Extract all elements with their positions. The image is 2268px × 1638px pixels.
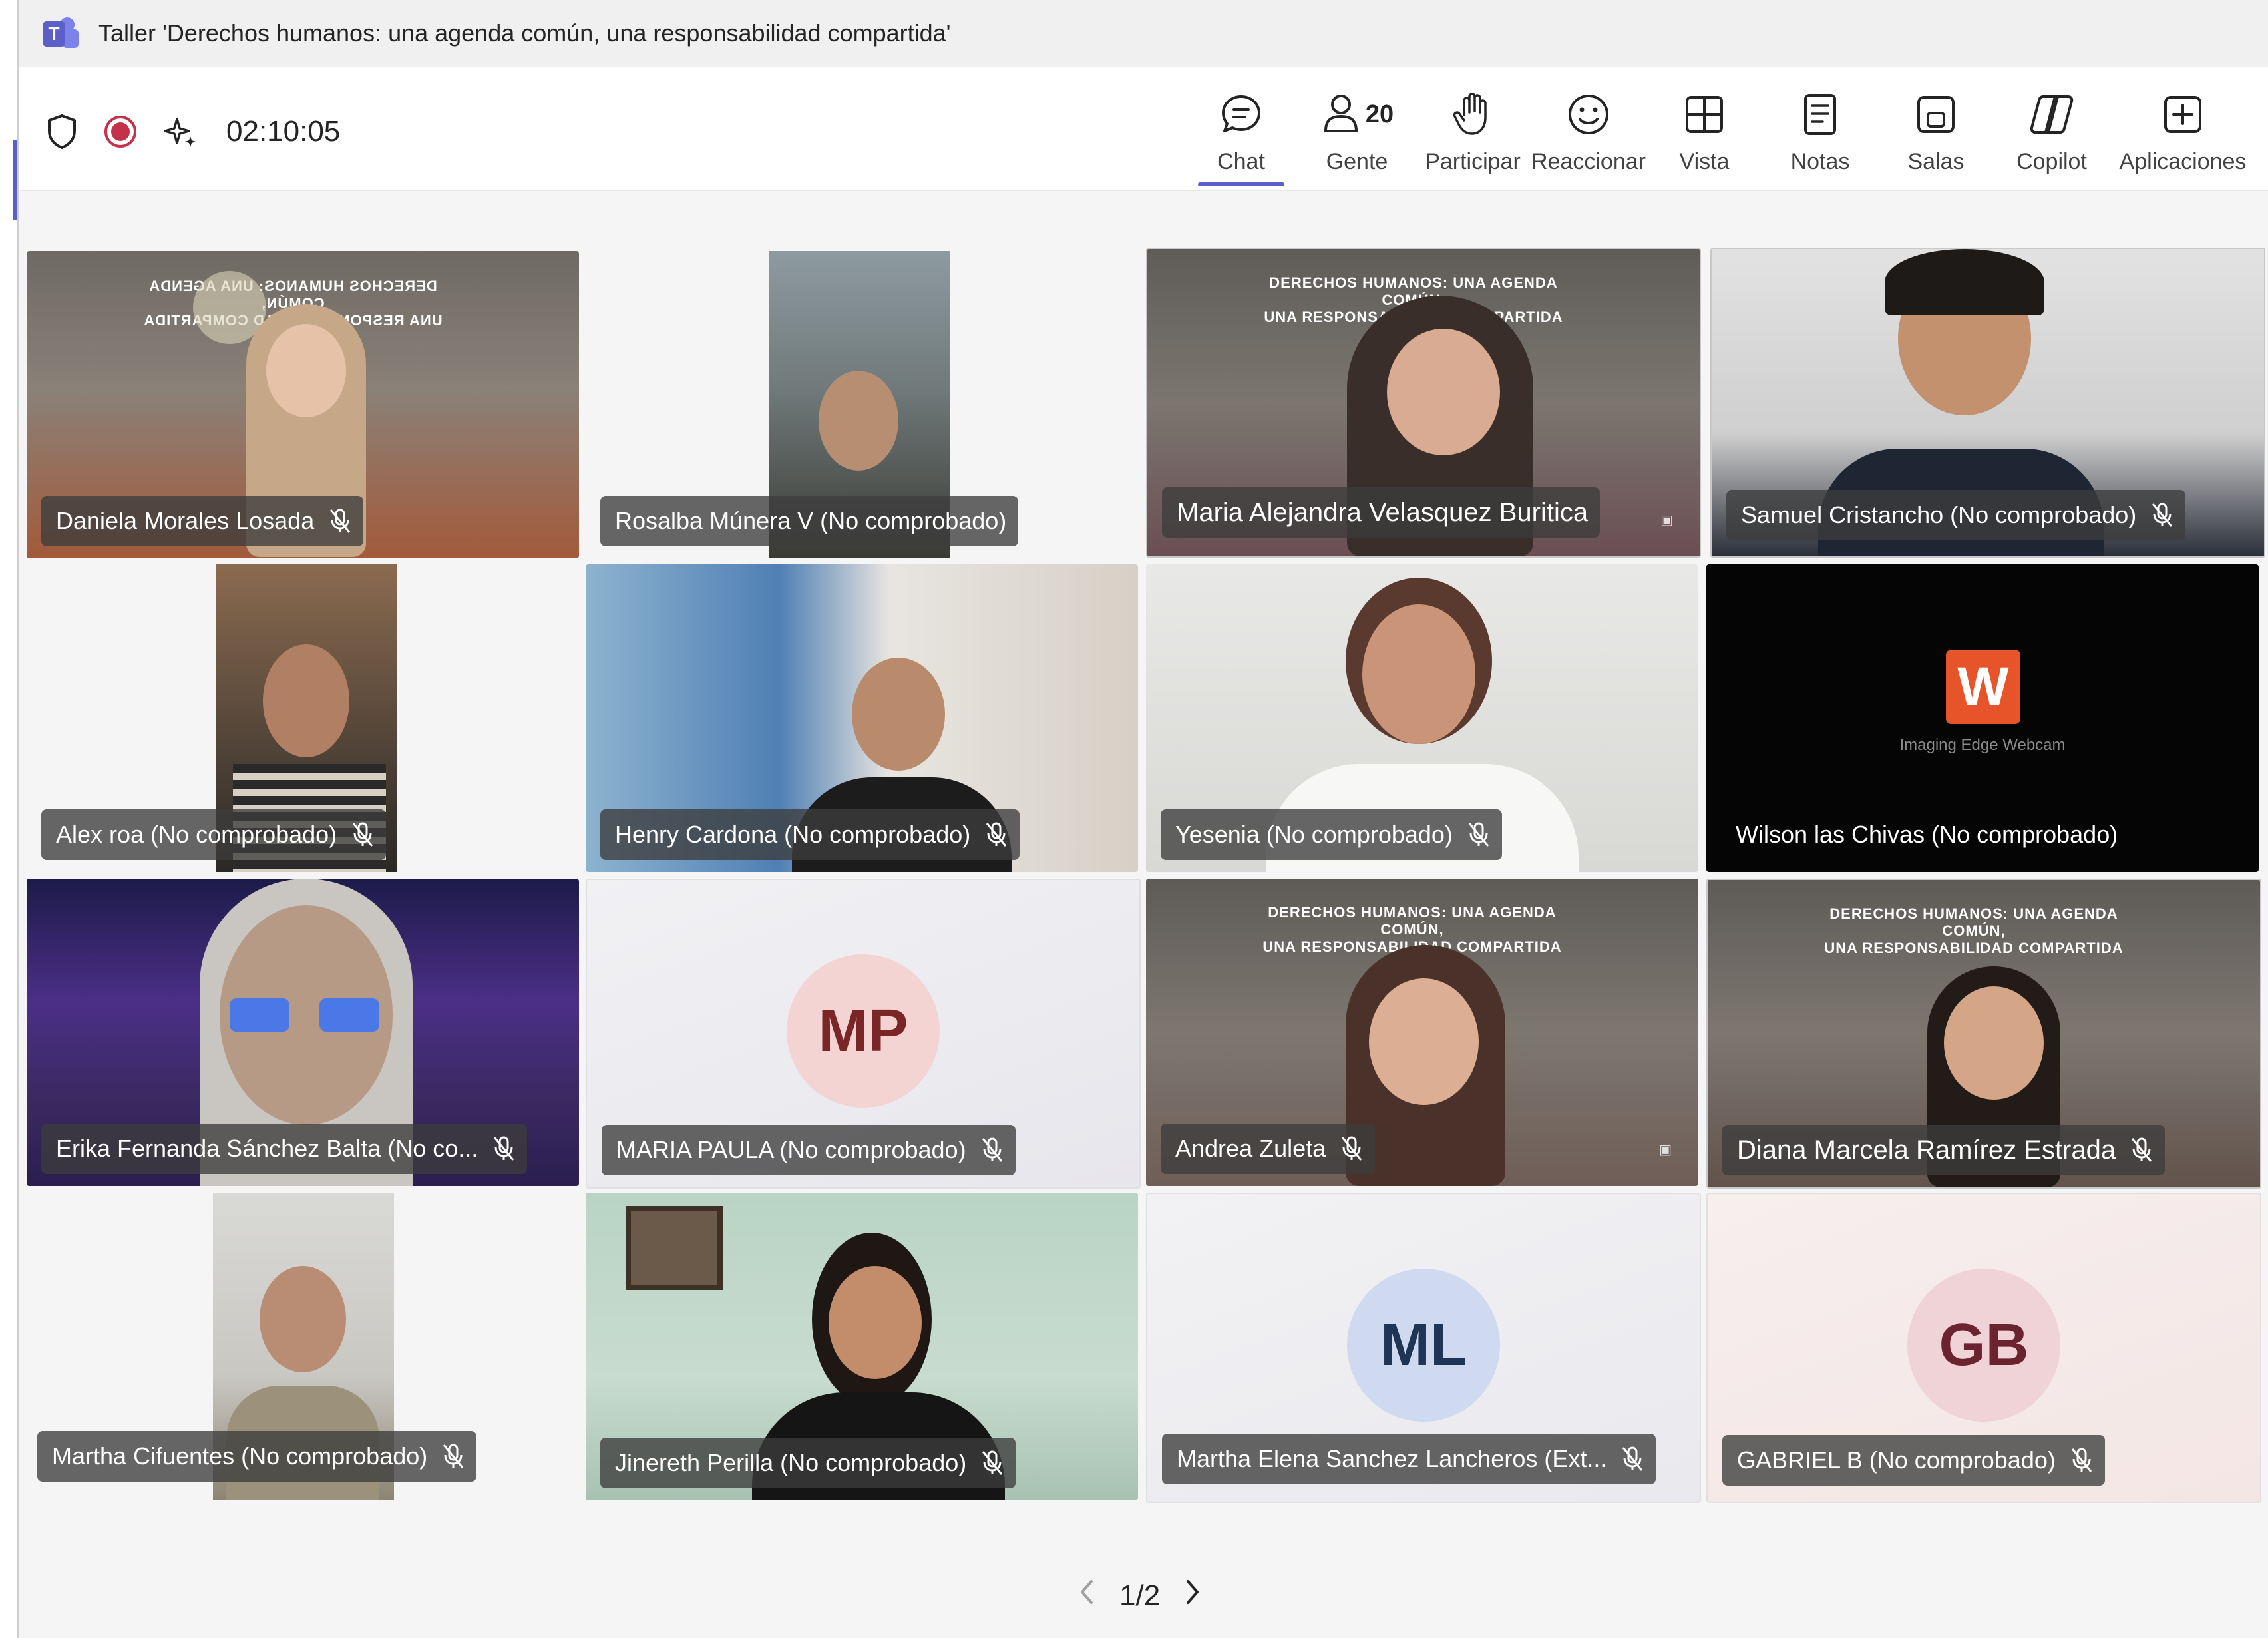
participant-name: Alex roa (No comprobado) [56, 821, 337, 848]
participant-tile[interactable]: DERECHOS HUMANOS: UNA AGENDA COMÚN,UNA R… [27, 251, 579, 558]
mic-off-icon [329, 508, 351, 534]
banner-line1: DERECHOS HUMANOS: UNA AGENDA COMÚN, [1829, 905, 2118, 939]
participant-tile[interactable]: Martha Cifuentes (No comprobado) [27, 1193, 579, 1500]
participant-name: GABRIEL B (No comprobado) [1737, 1446, 2056, 1474]
participant-name: Samuel Cristancho (No comprobado) [1741, 501, 2137, 528]
smiley-icon [1569, 95, 1608, 134]
participant-name: Daniela Morales Losada [56, 507, 315, 534]
teams-logo-icon: T [43, 17, 79, 49]
participant-tile[interactable]: DERECHOS HUMANOS: UNA AGENDA COMÚN,UNA R… [1146, 879, 1698, 1186]
people-count: 20 [1365, 100, 1394, 128]
hand-icon [1453, 93, 1487, 135]
chat-label: Chat [1217, 149, 1265, 174]
mic-off-icon [1340, 1135, 1363, 1162]
mic-off-icon [981, 1450, 1004, 1476]
participant-tile[interactable]: W Imaging Edge Webcam Wilson las Chivas … [1706, 564, 2259, 872]
shield-icon[interactable] [45, 113, 79, 150]
avatar: ML [1347, 1269, 1500, 1422]
mic-off-icon [2070, 1447, 2093, 1474]
participant-name: MARIA PAULA (No comprobado) [616, 1136, 966, 1163]
mic-off-icon [1467, 821, 1490, 848]
webcam-app-text: Imaging Edge Webcam [1899, 736, 2066, 754]
participant-tile[interactable]: GB GABRIEL B (No comprobado) [1706, 1193, 2261, 1503]
rooms-button[interactable]: Salas [1878, 81, 1994, 181]
view-button[interactable]: Vista [1646, 81, 1762, 181]
participant-name: Erika Fernanda Sánchez Balta (No co... [56, 1135, 478, 1162]
participant-tile[interactable]: Alex roa (No comprobado) [27, 564, 579, 872]
participant-tile[interactable]: Erika Fernanda Sánchez Balta (No co... [27, 879, 579, 1186]
toolbar-actions: Chat 20 Gente Participar Reaccionar Vist… [1183, 81, 2256, 186]
participant-tile[interactable]: Samuel Cristancho (No comprobado) [1710, 248, 2265, 558]
participant-name: Diana Marcela Ramírez Estrada [1737, 1135, 2116, 1165]
grid-view-icon [1686, 96, 1723, 133]
window-title: Taller 'Derechos humanos: una agenda com… [98, 19, 951, 47]
participant-name: Andrea Zuleta [1175, 1135, 1326, 1162]
banner-line2: UNA RESPONSABILIDAD COMPARTIDA [1824, 940, 2124, 956]
mic-off-icon [1621, 1446, 1644, 1472]
meeting-status: 02:10:05 [45, 105, 340, 158]
mic-off-icon [981, 1137, 1004, 1163]
participant-tile[interactable]: DERECHOS HUMANOS: UNA AGENDA COMÚN,UNA R… [1146, 248, 1701, 558]
notes-label: Notas [1790, 149, 1850, 174]
participant-name: Rosalba Múnera V (No comprobado) [615, 507, 1007, 534]
react-button[interactable]: Reaccionar [1531, 81, 1646, 181]
copilot-button[interactable]: Copilot [1994, 81, 2110, 181]
participant-tile[interactable]: Henry Cardona (No comprobado) [586, 564, 1138, 872]
mic-off-icon [492, 1135, 515, 1162]
copilot-label: Copilot [2016, 149, 2087, 174]
chevron-left-icon[interactable] [1077, 1577, 1097, 1614]
notes-icon [1804, 94, 1836, 135]
mic-off-icon [442, 1443, 465, 1470]
notes-button[interactable]: Notas [1762, 81, 1878, 181]
participant-tile[interactable]: ML Martha Elena Sanchez Lancheros (Ext..… [1146, 1193, 1701, 1503]
geopark-logo: ▣ [1660, 513, 1673, 528]
participant-name: Martha Cifuentes (No comprobado) [52, 1442, 428, 1470]
recording-icon [102, 114, 138, 150]
participant-name: Yesenia (No comprobado) [1175, 821, 1453, 848]
raise-hand-label: Participar [1425, 149, 1521, 174]
mic-off-icon [985, 821, 1008, 848]
mic-off-icon [2151, 502, 2174, 528]
left-edge [0, 0, 17, 1638]
participant-name: Maria Alejandra Velasquez Buritica [1177, 497, 1589, 527]
participant-tile[interactable]: Jinereth Perilla (No comprobado) [586, 1193, 1138, 1500]
people-button[interactable]: 20 Gente [1299, 81, 1415, 181]
chevron-right-icon[interactable] [1183, 1577, 1203, 1614]
meeting-window: T Taller 'Derechos humanos: una agenda c… [17, 0, 2268, 1638]
rooms-icon [1917, 96, 1955, 133]
participant-name: Martha Elena Sanchez Lancheros (Ext... [1177, 1445, 1607, 1472]
people-icon [1324, 95, 1358, 132]
rooms-label: Salas [1907, 149, 1965, 174]
chat-button[interactable]: Chat [1183, 81, 1299, 186]
gallery-pager: 1/2 [1077, 1577, 1203, 1614]
apps-button[interactable]: Aplicaciones [2110, 81, 2256, 181]
chat-icon [1222, 95, 1260, 132]
view-label: Vista [1679, 149, 1730, 174]
page-indicator: 1/2 [1119, 1579, 1161, 1612]
webcam-app-logo-icon: W [1946, 650, 2020, 724]
participant-tile[interactable]: Yesenia (No comprobado) [1146, 564, 1698, 872]
react-label: Reaccionar [1531, 149, 1646, 174]
avatar: GB [1907, 1269, 2060, 1422]
sparkle-icon[interactable] [162, 114, 198, 150]
meeting-timer: 02:10:05 [226, 115, 341, 148]
raise-hand-button[interactable]: Participar [1415, 81, 1531, 181]
add-app-icon [2164, 96, 2201, 133]
people-label: Gente [1326, 149, 1388, 174]
participant-tile[interactable]: Rosalba Múnera V (No comprobado) [586, 251, 1138, 558]
avatar: MP [787, 954, 940, 1108]
participant-name: Wilson las Chivas (No comprobado) [1736, 821, 2118, 848]
participant-name: Jinereth Perilla (No comprobado) [615, 1449, 967, 1476]
participant-name: Henry Cardona (No comprobado) [615, 821, 971, 848]
apps-label: Aplicaciones [2119, 149, 2247, 174]
title-bar: T Taller 'Derechos humanos: una agenda c… [19, 0, 2268, 67]
geopark-logo: ▣ [1659, 1143, 1672, 1157]
meeting-toolbar: 02:10:05 Chat 20 Gente Participar Reacci… [19, 67, 2268, 191]
mic-off-icon [351, 821, 374, 848]
participant-tile[interactable]: DERECHOS HUMANOS: UNA AGENDA COMÚN,UNA R… [1706, 879, 2261, 1189]
banner-line1: DERECHOS HUMANOS: UNA AGENDA COMÚN, [1268, 904, 1557, 938]
mic-off-icon [2130, 1137, 2153, 1163]
copilot-icon [2030, 95, 2074, 134]
participant-tile[interactable]: MP MARIA PAULA (No comprobado) [586, 879, 1141, 1189]
